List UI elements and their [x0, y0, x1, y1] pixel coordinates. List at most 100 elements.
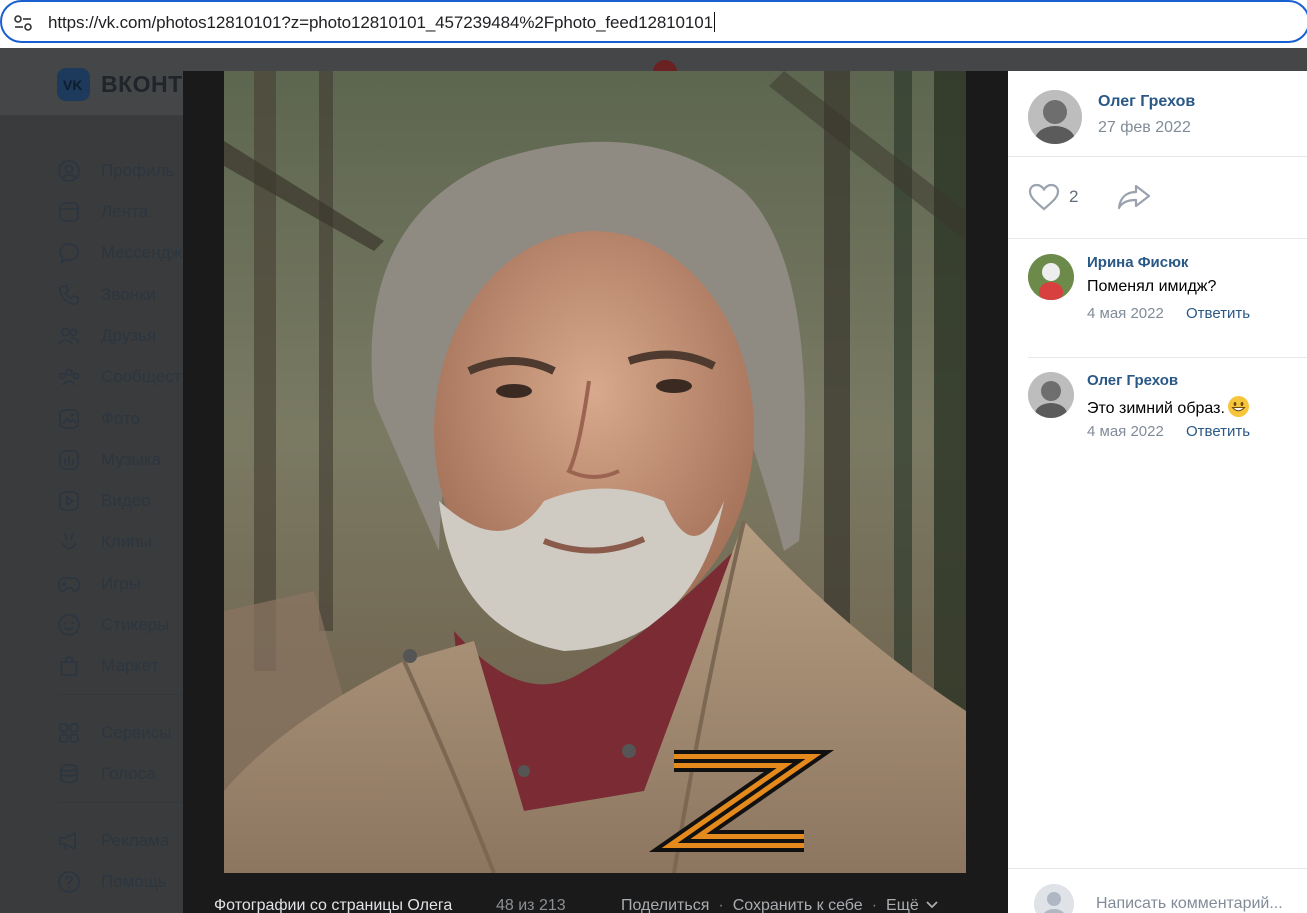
comment-composer: Написать комментарий...	[1008, 868, 1307, 913]
feed-icon	[57, 200, 87, 224]
sidebar-item-label: Сообщест	[101, 367, 182, 386]
sidebar-item-label: Голоса	[101, 764, 156, 783]
caption-title[interactable]: Фотографии со страницы Олега	[214, 897, 452, 913]
save-link[interactable]: Сохранить к себе	[733, 897, 863, 913]
sidebar-item-label: Профиль	[101, 161, 175, 180]
portrait-photo	[224, 71, 966, 873]
photo-area: Фотографии со страницы Олега 48 из 213 П…	[183, 71, 1008, 913]
sidebar-item-label: Реклама	[101, 831, 170, 850]
sidebar-item-photo[interactable]: Фото	[57, 405, 140, 433]
reply-link[interactable]: Ответить	[1186, 423, 1250, 440]
url-text[interactable]: https://vk.com/photos12810101?z=photo128…	[48, 12, 715, 33]
svg-text:VK: VK	[63, 77, 82, 93]
caption-count: 48 из 213	[496, 897, 566, 913]
likes-bar: 2	[1008, 157, 1307, 239]
sidebar-item-label: Маркет	[101, 656, 159, 675]
sidebar-item-stickers[interactable]: Стикеры	[57, 611, 169, 639]
photo-viewer: Фотографии со страницы Олега 48 из 213 П…	[183, 71, 1307, 913]
heart-icon[interactable]	[1028, 183, 1060, 211]
sidebar-item-label: Фото	[101, 409, 141, 428]
separator-dot: ·	[718, 897, 724, 913]
clips-icon	[57, 530, 87, 554]
site-settings-icon[interactable]	[12, 12, 34, 34]
sidebar-item-label: Видео	[101, 491, 151, 510]
sidebar-item-market[interactable]: Маркет	[57, 652, 159, 680]
comment-date[interactable]: 4 мая 2022	[1087, 305, 1164, 322]
sidebar-item-clips[interactable]: Клипы	[57, 528, 152, 556]
ads-icon	[57, 829, 87, 853]
market-icon	[57, 654, 87, 678]
photo-icon	[57, 407, 87, 431]
reply-link[interactable]: Ответить	[1186, 305, 1250, 322]
comment-input[interactable]: Написать комментарий...	[1096, 895, 1283, 913]
share-arrow-icon[interactable]	[1116, 183, 1152, 211]
sidebar-item-label: Музыка	[101, 450, 162, 469]
address-bar[interactable]: https://vk.com/photos12810101?z=photo128…	[0, 0, 1307, 43]
comment-text: Поменял имидж?	[1087, 278, 1217, 295]
vk-logo-text[interactable]: ВКОНТ	[101, 71, 183, 98]
messenger-icon	[57, 241, 87, 265]
sidebar-item-profile[interactable]: Профиль	[57, 157, 174, 185]
sidebar-item-help[interactable]: Помощь	[57, 868, 167, 896]
text-caret	[713, 12, 715, 32]
like-count: 2	[1069, 187, 1079, 206]
sidebar-item-games[interactable]: Игры	[57, 570, 141, 598]
sidebar-item-votes[interactable]: Голоса	[57, 760, 156, 788]
author-block: Олег Грехов 27 фев 2022	[1008, 71, 1307, 157]
sidebar-item-services[interactable]: Сервисы	[57, 719, 171, 747]
sidebar-item-label: Звонки	[101, 285, 156, 304]
share-link[interactable]: Поделиться	[621, 897, 709, 913]
sidebar-item-label: Мессендж	[101, 243, 182, 262]
author-name[interactable]: Олег Грехов	[1098, 93, 1195, 111]
photo-caption-bar: Фотографии со страницы Олега 48 из 213 П…	[214, 895, 1004, 913]
commenter-avatar[interactable]	[1028, 372, 1074, 418]
sidebar-item-label: Игры	[101, 574, 142, 593]
video-icon	[57, 489, 87, 513]
sidebar-item-messenger[interactable]: Мессендж	[57, 239, 182, 267]
sidebar-item-ads[interactable]: Реклама	[57, 827, 169, 855]
sidebar-divider	[57, 694, 187, 695]
sidebar-item-label: Сервисы	[101, 723, 172, 742]
sidebar-item-label: Помощь	[101, 872, 167, 891]
profile-icon	[57, 159, 87, 183]
vk-logo-icon[interactable]: VK	[57, 68, 90, 101]
url-value: https://vk.com/photos12810101?z=photo128…	[48, 13, 713, 32]
comment-date[interactable]: 4 мая 2022	[1087, 423, 1164, 440]
music-icon	[57, 448, 87, 472]
sidebar-divider	[57, 802, 187, 803]
friends-icon	[57, 324, 87, 348]
comment-text-line: Это зимний образ.	[1087, 396, 1249, 418]
services-icon	[57, 721, 87, 745]
caption-actions: Поделиться · Сохранить к себе · Ещё	[621, 897, 938, 913]
communities-icon	[57, 365, 87, 389]
more-link[interactable]: Ещё	[886, 897, 919, 913]
comment-author[interactable]: Олег Грехов	[1087, 372, 1178, 389]
chevron-down-icon	[926, 901, 938, 909]
photo-side-panel: Олег Грехов 27 фев 2022 2 Ирина Фисюк По…	[1008, 71, 1307, 913]
photo-image[interactable]	[224, 71, 966, 873]
games-icon	[57, 572, 87, 596]
sidebar-item-phone[interactable]: Звонки	[57, 281, 156, 309]
sidebar-item-communities[interactable]: Сообщест	[57, 363, 181, 391]
own-avatar-icon	[1034, 884, 1074, 913]
sidebar-item-label: Клипы	[101, 532, 152, 551]
phone-icon	[57, 283, 87, 307]
commenter-avatar[interactable]	[1028, 254, 1074, 300]
comment-author[interactable]: Ирина Фисюк	[1087, 254, 1188, 271]
sidebar-item-label: Стикеры	[101, 615, 170, 634]
sidebar-item-label: Лента	[101, 202, 149, 221]
separator-dot: ·	[871, 897, 878, 913]
sidebar-item-feed[interactable]: Лента	[57, 198, 148, 226]
sidebar-item-video[interactable]: Видео	[57, 487, 151, 515]
stickers-icon	[57, 613, 87, 637]
grinning-face-emoji-icon	[1227, 396, 1249, 417]
author-avatar[interactable]	[1028, 90, 1082, 144]
sidebar-item-label: Друзья	[101, 326, 157, 345]
help-icon	[57, 870, 87, 894]
author-date[interactable]: 27 фев 2022	[1098, 119, 1191, 137]
comment-divider	[1028, 357, 1307, 358]
sidebar-item-music[interactable]: Музыка	[57, 446, 161, 474]
browser-toolbar: https://vk.com/photos12810101?z=photo128…	[0, 0, 1307, 48]
sidebar-item-friends[interactable]: Друзья	[57, 322, 156, 350]
comment-text: Это зимний образ.	[1087, 400, 1225, 417]
